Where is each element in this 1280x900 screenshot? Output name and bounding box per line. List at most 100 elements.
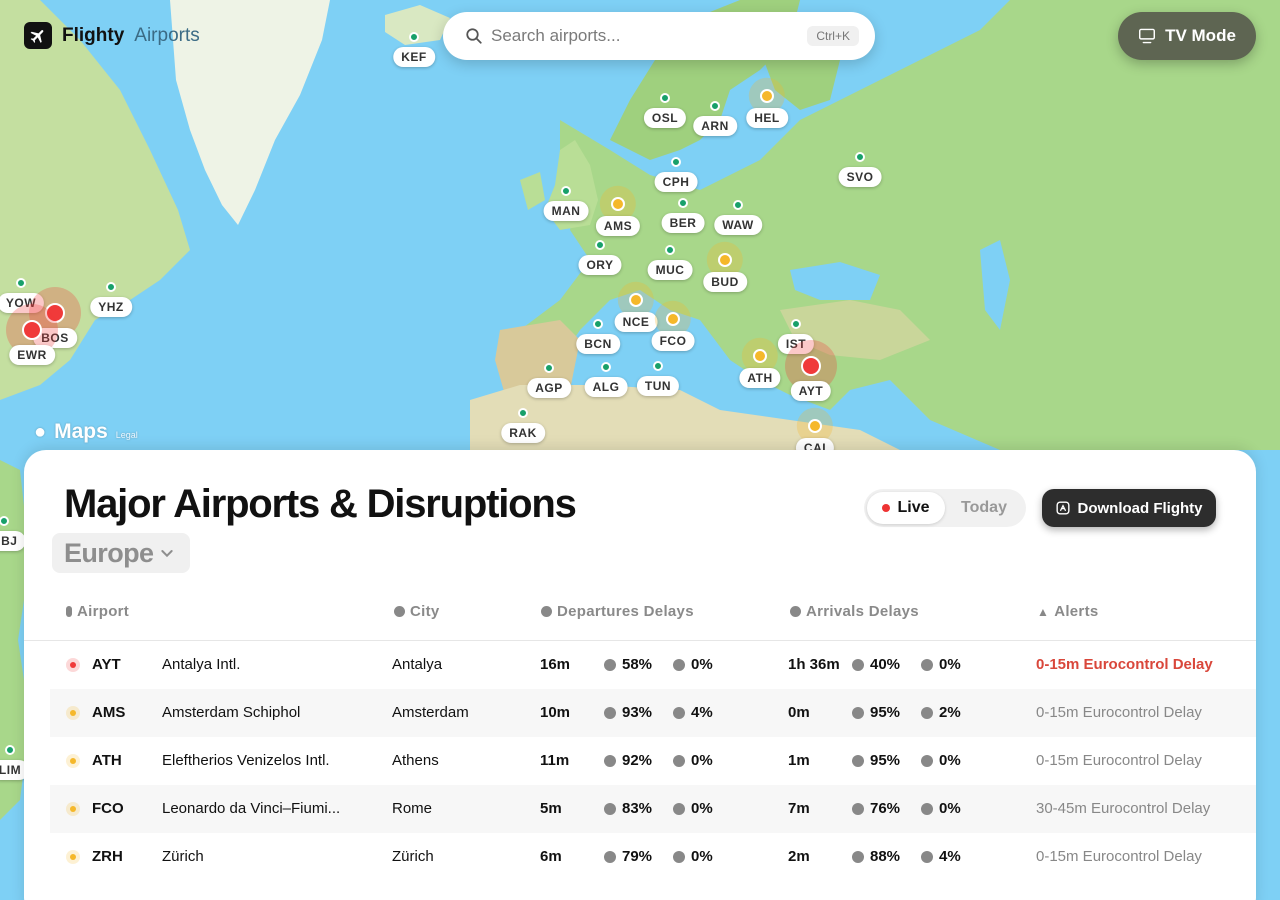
x-circle-icon xyxy=(921,851,933,863)
departure-cancelled: 0% xyxy=(673,641,713,689)
monitor-icon xyxy=(1139,28,1156,44)
toggle-live-label: Live xyxy=(897,499,930,516)
arrival-ontime-value: 40% xyxy=(870,656,901,673)
departure-ontime: 92% xyxy=(604,737,652,785)
x-circle-icon xyxy=(673,851,685,863)
departure-ontime-value: 92% xyxy=(622,752,653,769)
arrival-cancelled: 4% xyxy=(921,833,961,881)
marker-label: CPH xyxy=(654,172,698,192)
departure-delay: 16m xyxy=(540,656,571,673)
airport-code: ATH xyxy=(92,752,122,769)
departure-ontime: 58% xyxy=(604,641,652,689)
column-departures[interactable]: Departures Delays xyxy=(541,603,694,620)
departure-cancelled: 0% xyxy=(673,785,713,833)
departure-ontime-value: 93% xyxy=(622,704,653,721)
airplane-icon xyxy=(24,22,52,49)
live-today-toggle[interactable]: Live Today xyxy=(864,489,1026,527)
airport-name: Zürich xyxy=(162,848,204,865)
marker-dot xyxy=(595,240,605,250)
arrival-ontime: 95% xyxy=(852,689,900,737)
arrival-ontime-value: 76% xyxy=(870,800,901,817)
marker-label: TUN xyxy=(636,376,680,396)
marker-dot xyxy=(409,32,419,42)
toggle-live[interactable]: Live xyxy=(867,492,945,524)
toggle-today-label: Today xyxy=(961,499,1007,516)
column-alerts[interactable]: ▲ Alerts xyxy=(1037,603,1099,620)
arrival-cancelled-value: 4% xyxy=(939,848,961,865)
status-dot-icon xyxy=(66,754,80,768)
region-selector[interactable]: Europe xyxy=(52,533,190,573)
marker-dot xyxy=(733,200,743,210)
alert-text[interactable]: 0-15m Eurocontrol Delay xyxy=(1036,641,1213,689)
brand-name: Flighty xyxy=(62,24,125,46)
departure-ontime-value: 83% xyxy=(622,800,653,817)
download-button[interactable]: Download Flighty xyxy=(1042,489,1216,527)
marker-dot xyxy=(801,356,821,376)
arrival-ontime-value: 88% xyxy=(870,848,901,865)
table-row[interactable]: FCO Leonardo da Vinci–Fiumi... Rome 5m 83% 0%… xyxy=(50,785,1256,833)
column-city[interactable]: City xyxy=(394,603,440,620)
status-dot-icon xyxy=(66,658,80,672)
alert-text[interactable]: 0-15m Eurocontrol Delay xyxy=(1036,689,1202,737)
table-row[interactable]: AMS Amsterdam Schiphol Amsterdam 10m 93% 4% 0m… xyxy=(50,689,1256,737)
arrival-cancelled: 0% xyxy=(921,737,961,785)
arrival-cancelled: 0% xyxy=(921,641,961,689)
alert-text[interactable]: 0-15m Eurocontrol Delay xyxy=(1036,833,1202,881)
marker-dot xyxy=(791,319,801,329)
column-alerts-label: Alerts xyxy=(1054,603,1099,620)
table-row[interactable]: ATH Eleftherios Venizelos Intl. Athens 11m 9… xyxy=(50,737,1256,785)
tv-mode-label: TV Mode xyxy=(1165,26,1236,45)
marker-dot xyxy=(518,408,528,418)
airport-name: Eleftherios Venizelos Intl. xyxy=(162,752,330,769)
column-arrivals[interactable]: Arrivals Delays xyxy=(790,603,919,620)
app-store-icon xyxy=(1055,501,1070,515)
x-circle-icon xyxy=(673,755,685,767)
arrival-icon xyxy=(790,606,801,617)
check-circle-icon xyxy=(604,803,616,815)
toggle-today[interactable]: Today xyxy=(945,492,1023,524)
x-circle-icon xyxy=(921,755,933,767)
table-row[interactable]: ZRH Zürich Zürich 6m 79% 0% 2m 88% 4% 0-15m Euroc… xyxy=(50,833,1256,881)
marker-dot xyxy=(760,89,774,103)
column-departures-label: Departures Delays xyxy=(557,603,694,620)
legal-link[interactable]: Legal xyxy=(116,430,138,440)
airport-city: Rome xyxy=(392,800,433,817)
departure-ontime-value: 58% xyxy=(622,656,653,673)
live-dot-icon xyxy=(882,504,891,512)
marker-label: EWR xyxy=(9,345,55,365)
search-bar[interactable]: Ctrl+K xyxy=(443,12,875,60)
app-logo[interactable]: Flighty Airports xyxy=(24,22,200,49)
airport-name: Antalya Intl. xyxy=(162,656,241,673)
search-input[interactable] xyxy=(491,26,808,46)
check-circle-icon xyxy=(604,851,616,863)
table-row[interactable]: AYT Antalya Intl. Antalya 16m 58% 0% 1h 36m 40%… xyxy=(50,641,1256,689)
marker-dot xyxy=(561,186,571,196)
departure-delay: 10m xyxy=(540,704,571,721)
arrival-ontime: 95% xyxy=(852,737,900,785)
departure-delay: 5m xyxy=(540,800,562,817)
airport-pin-icon xyxy=(66,606,72,617)
marker-label: SVO xyxy=(838,167,882,187)
marker-dot xyxy=(16,278,26,288)
download-label: Download Flighty xyxy=(1077,499,1203,517)
check-circle-icon xyxy=(852,851,864,863)
brand-product: Airports xyxy=(134,24,200,46)
x-circle-icon xyxy=(673,659,685,671)
departure-cancelled: 0% xyxy=(673,737,713,785)
column-airport-label: Airport xyxy=(77,603,130,620)
marker-label: AYT xyxy=(790,381,832,401)
marker-dot xyxy=(855,152,865,162)
alert-text[interactable]: 30-45m Eurocontrol Delay xyxy=(1036,785,1210,833)
tv-mode-button[interactable]: TV Mode xyxy=(1118,12,1256,60)
marker-label: OSL xyxy=(643,108,687,128)
marker-dot xyxy=(665,245,675,255)
column-city-label: City xyxy=(410,603,440,620)
alert-text[interactable]: 0-15m Eurocontrol Delay xyxy=(1036,737,1202,785)
departure-ontime: 93% xyxy=(604,689,652,737)
marker-dot xyxy=(808,419,822,433)
marker-label: AMS xyxy=(595,216,641,236)
status-dot-icon xyxy=(66,802,80,816)
column-airport[interactable]: Airport xyxy=(66,603,129,620)
airport-code: FCO xyxy=(92,800,124,817)
x-circle-icon xyxy=(921,707,933,719)
